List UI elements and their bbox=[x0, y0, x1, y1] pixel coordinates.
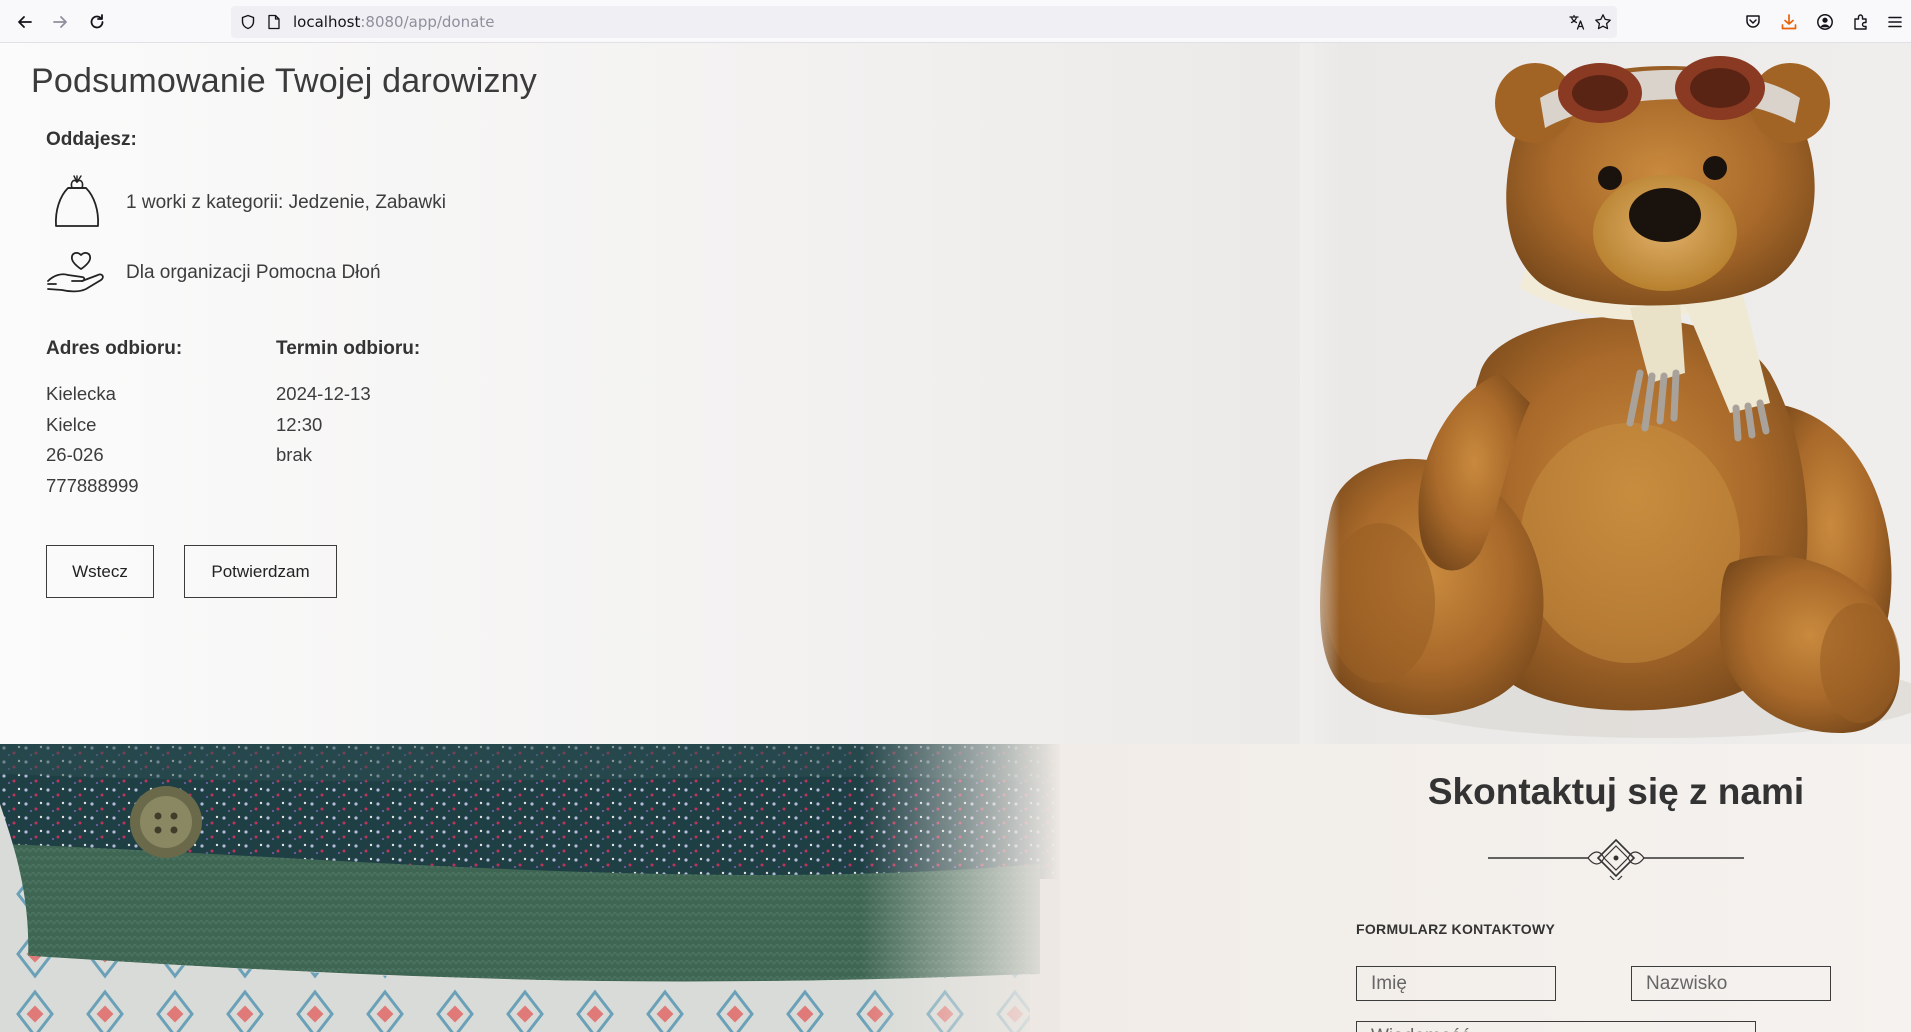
contact-section: Skontaktuj się z nami FORMULARZ KONTAKTO… bbox=[0, 744, 1911, 1032]
surname-field[interactable] bbox=[1631, 966, 1831, 1001]
pickup-comment: brak bbox=[276, 444, 312, 465]
address-phone: 777888999 bbox=[46, 475, 139, 496]
account-icon[interactable] bbox=[1812, 9, 1838, 35]
contact-title: Skontaktuj się z nami bbox=[1427, 771, 1805, 812]
contact-form-label: FORMULARZ KONTAKTOWY bbox=[1356, 921, 1556, 937]
back-button[interactable]: Wstecz bbox=[46, 545, 154, 598]
address-postcode: 26-026 bbox=[46, 444, 104, 465]
bags-summary-text: 1 worki z kategorii: Jedzenie, Zabawki bbox=[126, 192, 446, 213]
browser-toolbar: localhost:8080/app/donate bbox=[0, 0, 1911, 43]
url-text[interactable]: localhost:8080/app/donate bbox=[293, 13, 494, 31]
address-title: Adres odbioru: bbox=[46, 338, 183, 359]
url-host: localhost bbox=[293, 13, 361, 31]
pocket-icon[interactable] bbox=[1740, 9, 1766, 35]
name-field[interactable] bbox=[1356, 966, 1556, 1001]
download-icon[interactable] bbox=[1776, 9, 1802, 35]
page-icon bbox=[265, 13, 283, 31]
confirm-button[interactable]: Potwierdzam bbox=[184, 545, 337, 598]
institution-summary-text: Dla organizacji Pomocna Dłoń bbox=[126, 262, 381, 283]
menu-icon[interactable] bbox=[1882, 9, 1908, 35]
address-city: Kielce bbox=[46, 414, 97, 435]
forward-icon[interactable] bbox=[47, 9, 73, 35]
reload-icon[interactable] bbox=[84, 9, 110, 35]
page-title: Podsumowanie Twojej darowizny bbox=[31, 62, 537, 100]
donation-summary-section: Podsumowanie Twojej darowizny Oddajesz: … bbox=[0, 43, 1911, 744]
pickup-title: Termin odbioru: bbox=[276, 338, 421, 359]
back-icon[interactable] bbox=[12, 9, 38, 35]
give-label: Oddajesz: bbox=[46, 129, 137, 150]
shield-icon[interactable] bbox=[239, 13, 257, 31]
ornament-divider-icon bbox=[1488, 838, 1744, 880]
address-bar[interactable]: localhost:8080/app/donate bbox=[231, 6, 1617, 38]
helping-hand-icon bbox=[46, 244, 108, 302]
sweaters-image bbox=[0, 744, 1060, 1032]
summary-bags-row: 1 worki z kategorii: Jedzenie, Zabawki bbox=[46, 174, 446, 232]
pickup-time: 12:30 bbox=[276, 414, 323, 435]
teddy-bear-image bbox=[1300, 43, 1911, 744]
summary-institution-row: Dla organizacji Pomocna Dłoń bbox=[46, 244, 381, 302]
translate-icon[interactable] bbox=[1568, 13, 1586, 31]
pickup-date: 2024-12-13 bbox=[276, 383, 371, 404]
message-field[interactable] bbox=[1356, 1021, 1756, 1032]
address-street: Kielecka bbox=[46, 383, 116, 404]
url-path: :8080/app/donate bbox=[360, 13, 495, 31]
extensions-icon[interactable] bbox=[1848, 9, 1874, 35]
bag-icon bbox=[46, 174, 108, 232]
star-icon[interactable] bbox=[1594, 13, 1612, 31]
